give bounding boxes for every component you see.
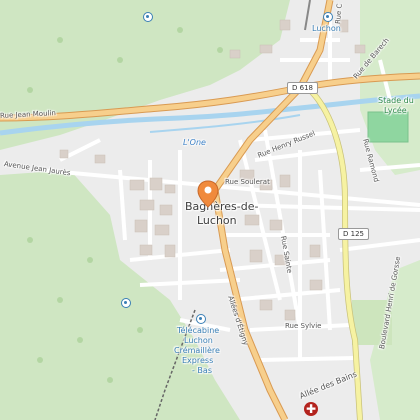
train-station-icon[interactable] (323, 12, 333, 22)
hospital-cross-icon[interactable]: ✚ (304, 402, 318, 416)
stadium-label-line-2: Lycée (384, 106, 407, 115)
aerialway-icon[interactable] (121, 298, 131, 308)
stadium-pitch (367, 111, 409, 143)
street-label-rue-sylvie: Rue Sylvie (285, 322, 322, 330)
railway-station (304, 0, 311, 31)
telecabine-label-3: Crémaillère (174, 346, 220, 355)
telecabine-label-1: Télécabine (177, 326, 220, 335)
road-shield-d125: D 125 (338, 228, 369, 240)
river-label: L'One (183, 138, 206, 147)
stadium-label-line-1: Stade du (378, 96, 414, 105)
viewpoint-icon[interactable] (143, 12, 153, 22)
road-shield-d618: D 618 (287, 82, 318, 94)
telecabine-label-5: - Bas (192, 366, 212, 375)
telecabine-label-2: Luchon (184, 336, 213, 345)
town-label-line-2: Luchon (197, 214, 237, 227)
map-pin-icon[interactable] (197, 180, 219, 208)
station-label: Luchon (312, 24, 341, 33)
telecabine-label-4: Express (182, 356, 214, 365)
street-label-rue-soulerat: Rue Soulerat (225, 178, 270, 186)
map-view[interactable]: D 618 D 125 Rue Jean Moulin Avenue Jean … (0, 0, 420, 420)
telecabine-icon[interactable] (196, 314, 206, 324)
